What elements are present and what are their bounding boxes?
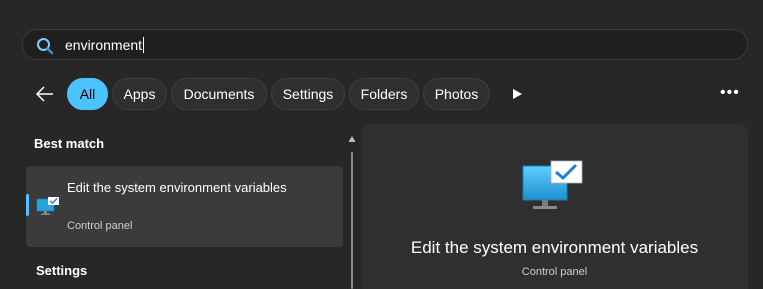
chip-label: Folders — [360, 86, 408, 102]
chip-label: Documents — [183, 86, 255, 102]
preview-panel: Edit the system environment variables Co… — [361, 124, 748, 289]
play-icon[interactable] — [511, 88, 523, 100]
more-options-icon[interactable]: ••• — [720, 85, 740, 102]
chip-label: Settings — [282, 86, 334, 102]
selection-indicator — [26, 194, 29, 216]
filter-chip-documents[interactable]: Documents — [171, 78, 267, 110]
system-properties-icon — [36, 197, 59, 215]
chip-label: All — [79, 86, 96, 102]
filter-chip-apps[interactable]: Apps — [112, 78, 167, 110]
preview-subtitle: Control panel — [521, 266, 588, 278]
chip-label: Apps — [123, 86, 156, 102]
search-icon — [37, 38, 54, 55]
best-match-title: Edit the system environment variables — [67, 180, 287, 195]
filter-chip-photos[interactable]: Photos — [423, 78, 490, 110]
best-match-result[interactable]: Edit the system environment variables Co… — [26, 166, 343, 247]
filter-chip-folders[interactable]: Folders — [349, 78, 419, 110]
filter-chip-settings[interactable]: Settings — [271, 78, 345, 110]
search-query-text: environment — [65, 37, 143, 53]
search-input[interactable]: environment — [65, 36, 145, 54]
back-arrow-icon[interactable] — [35, 84, 55, 104]
settings-heading: Settings — [36, 263, 88, 278]
system-properties-icon — [522, 160, 583, 209]
best-match-heading: Best match — [34, 136, 105, 151]
best-match-subtitle: Control panel — [67, 220, 133, 232]
filter-chip-all[interactable]: All — [67, 78, 108, 110]
search-box[interactable]: environment — [22, 29, 748, 60]
preview-title: Edit the system environment variables — [410, 238, 699, 257]
chip-label: Photos — [434, 86, 479, 102]
scrollbar-thumb[interactable] — [351, 152, 353, 289]
scroll-up-icon[interactable] — [348, 135, 356, 143]
text-caret — [143, 37, 145, 53]
start-search-window: environment All Apps Documents Settings … — [0, 0, 763, 289]
